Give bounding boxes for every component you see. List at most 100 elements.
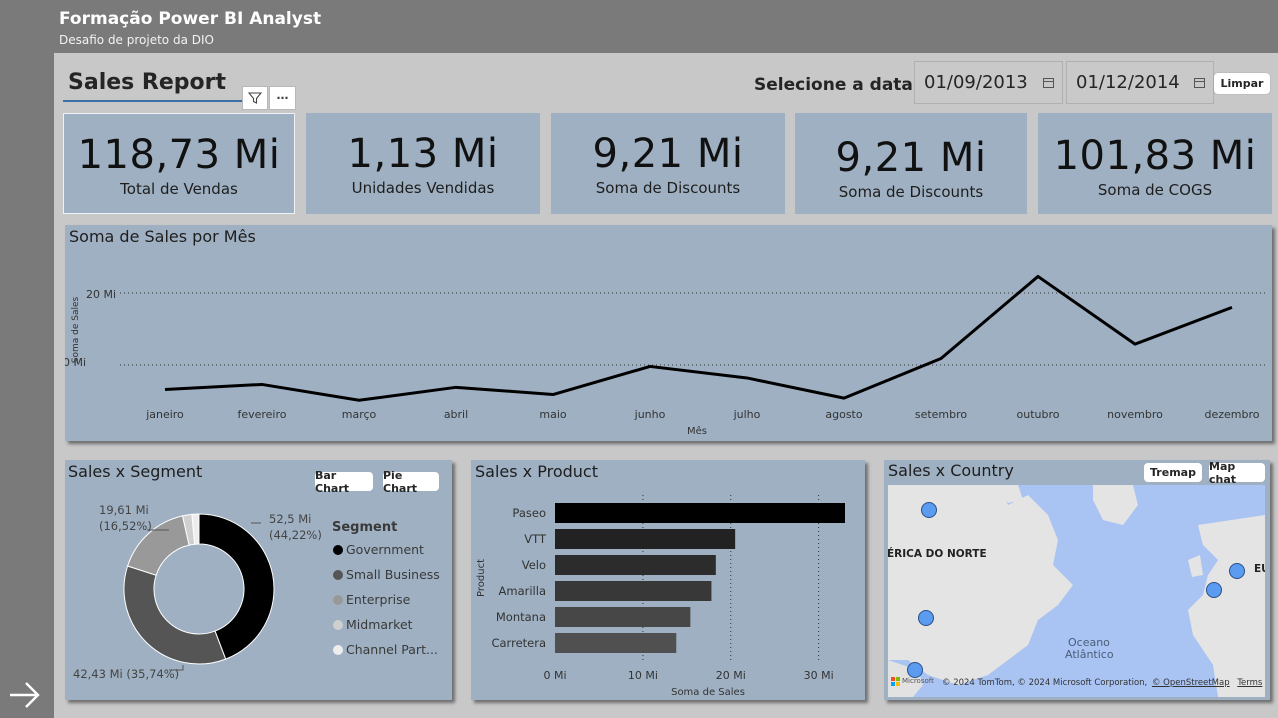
kpi-value: 9,21 Mi xyxy=(835,135,987,181)
country-map[interactable]: ÉRICA DO NORTE EU Oceano Atlântico Micro… xyxy=(888,485,1265,697)
donut-label-government-pct: (44,22%) xyxy=(269,528,322,542)
x-tick-label: abril xyxy=(444,408,468,421)
calendar-icon[interactable] xyxy=(1194,78,1205,88)
sales-by-month-panel[interactable]: Soma de Sales por Mês janeiro fevereiro ma… xyxy=(65,225,1272,441)
bar-vtt xyxy=(555,529,736,549)
y-tick-label: VTT xyxy=(524,532,547,546)
x-tick-label: 20 Mi xyxy=(716,669,746,682)
y-tick-label: Velo xyxy=(522,558,546,572)
arrow-right-icon[interactable] xyxy=(8,680,42,717)
start-date-value: 01/09/2013 xyxy=(924,72,1028,93)
line-series-sales xyxy=(164,274,1233,402)
country-title: Sales x Country xyxy=(888,461,1014,480)
x-tick-label: julho xyxy=(733,408,761,421)
kpi-label: Soma de Discounts xyxy=(838,183,984,201)
x-tick-label: janeiro xyxy=(145,408,184,421)
end-date-input[interactable]: 01/12/2014 xyxy=(1066,61,1214,104)
date-filter-label: Selecione a data: xyxy=(754,75,920,95)
x-tick-label: fevereiro xyxy=(237,408,286,421)
sales-by-product-panel[interactable]: Sales x Product 0 Mi 10 Mi 20 Mi 30 Mi Pase… xyxy=(471,460,865,700)
x-tick-label: dezembro xyxy=(1205,408,1260,421)
map-label-north-america: ÉRICA DO NORTE xyxy=(888,548,987,560)
y-axis-label: Product xyxy=(476,559,487,597)
legend-label: Small Business xyxy=(346,567,440,582)
legend-item-channel-partners[interactable]: Channel Part... xyxy=(333,637,440,662)
x-tick-label: setembro xyxy=(915,408,968,421)
uk-landmass xyxy=(1188,555,1203,577)
legend-label: Midmarket xyxy=(346,617,413,632)
legend-label: Channel Part... xyxy=(346,642,438,657)
donut-slice-small-business xyxy=(123,565,227,665)
bar-paseo xyxy=(555,503,845,523)
kpi-value: 118,73 Mi xyxy=(77,132,281,178)
kpi-label: Unidades Vendidas xyxy=(351,179,495,197)
kpi-card-total-vendas: 118,73 Mi Total de Vendas xyxy=(63,113,295,214)
kpi-value: 9,21 Mi xyxy=(592,131,744,177)
bar-velo xyxy=(555,555,716,575)
kpi-label: Soma de Discounts xyxy=(595,179,741,197)
microsoft-label: Microsoft xyxy=(902,677,934,685)
attribution-text: © 2024 TomTom, © 2024 Microsoft Corporat… xyxy=(942,678,1148,688)
sales-by-segment-panel[interactable]: Sales x Segment Bar Chart Pie Chart 52,5… xyxy=(65,460,452,700)
greenland-landmass xyxy=(1093,485,1138,525)
y-tick-label: Montana xyxy=(496,610,546,624)
x-tick-label: junho xyxy=(634,408,666,421)
map-bubble-canada[interactable] xyxy=(921,502,937,518)
x-tick-label: 0 Mi xyxy=(543,669,566,682)
donut-label-government: 52,5 Mi xyxy=(269,512,311,526)
segment-legend: Government Small Business Enterprise Mid… xyxy=(333,537,440,662)
bar-amarilla xyxy=(555,581,712,601)
x-axis-label: Mês xyxy=(687,425,707,437)
map-label-atlantic: Atlântico xyxy=(1065,648,1114,661)
y-tick-label: Paseo xyxy=(512,506,546,520)
legend-label: Government xyxy=(346,542,424,557)
calendar-icon[interactable] xyxy=(1043,78,1054,88)
legend-item-midmarket[interactable]: Midmarket xyxy=(333,612,440,637)
pie-chart-button[interactable]: Pie Chart xyxy=(383,469,439,495)
legend-item-small-business[interactable]: Small Business xyxy=(333,562,440,587)
map-attribution: © 2024 TomTom, © 2024 Microsoft Corporat… xyxy=(942,678,1262,688)
map-bubble-germany[interactable] xyxy=(1229,563,1245,579)
page-title: Sales Report xyxy=(68,70,226,95)
filter-icon[interactable] xyxy=(242,86,268,110)
treemap-button[interactable]: Tremap xyxy=(1144,463,1202,482)
x-axis-label: Soma de Sales xyxy=(671,687,745,698)
kpi-card-cogs: 101,83 Mi Soma de COGS xyxy=(1038,113,1272,214)
kpi-label: Soma de COGS xyxy=(1097,181,1213,199)
map-bubble-usa[interactable] xyxy=(918,610,934,626)
y-tick-label: Amarilla xyxy=(499,584,546,598)
donut-label-enterprise: 19,61 Mi xyxy=(99,503,149,517)
app-title: Formação Power BI Analyst xyxy=(59,9,322,29)
x-tick-label: outubro xyxy=(1017,408,1060,421)
openstreetmap-link[interactable]: © OpenStreetMap xyxy=(1152,678,1230,688)
legend-label: Enterprise xyxy=(346,592,411,607)
bar-montana xyxy=(555,607,691,627)
kpi-card-discounts: 9,21 Mi Soma de Discounts xyxy=(551,113,785,214)
sales-by-country-panel[interactable]: Sales x Country Tremap Map chat ÉRICA DO… xyxy=(884,460,1270,700)
north-america-landmass xyxy=(888,485,1073,685)
legend-item-government[interactable]: Government xyxy=(333,537,440,562)
legend-item-enterprise[interactable]: Enterprise xyxy=(333,587,440,612)
x-tick-label: 30 Mi xyxy=(804,669,834,682)
clear-button[interactable]: Limpar xyxy=(1214,73,1270,94)
donut-label-small-business: 42,43 Mi (35,74%) xyxy=(73,667,179,681)
y-tick-label: Carretera xyxy=(491,636,546,650)
x-tick-label: maio xyxy=(539,408,567,421)
map-label-europe: EU xyxy=(1254,563,1265,575)
map-chart-button[interactable]: Map chat xyxy=(1209,460,1265,486)
start-date-input[interactable]: 01/09/2013 xyxy=(914,61,1063,104)
app-subtitle: Desafio de projeto da DIO xyxy=(59,33,214,47)
europe-landmass xyxy=(1188,515,1265,697)
x-tick-label: novembro xyxy=(1107,408,1163,421)
bar-carretera xyxy=(555,633,677,653)
donut-chart-svg: 52,5 Mi (44,22%) 42,43 Mi (35,74%) 19,61… xyxy=(73,503,322,681)
line-chart-svg: janeiro fevereiro março abril maio junho julho… xyxy=(65,274,1265,437)
more-options-icon[interactable]: ⋯ xyxy=(269,86,296,110)
y-tick-label: 20 Mi xyxy=(86,288,116,301)
x-tick-label: 10 Mi xyxy=(628,669,658,682)
map-bubble-mexico[interactable] xyxy=(907,662,923,678)
x-tick-label: agosto xyxy=(825,408,862,421)
donut-label-enterprise-pct: (16,52%) xyxy=(99,519,152,533)
map-bubble-france[interactable] xyxy=(1206,582,1222,598)
terms-link[interactable]: Terms xyxy=(1237,678,1262,688)
